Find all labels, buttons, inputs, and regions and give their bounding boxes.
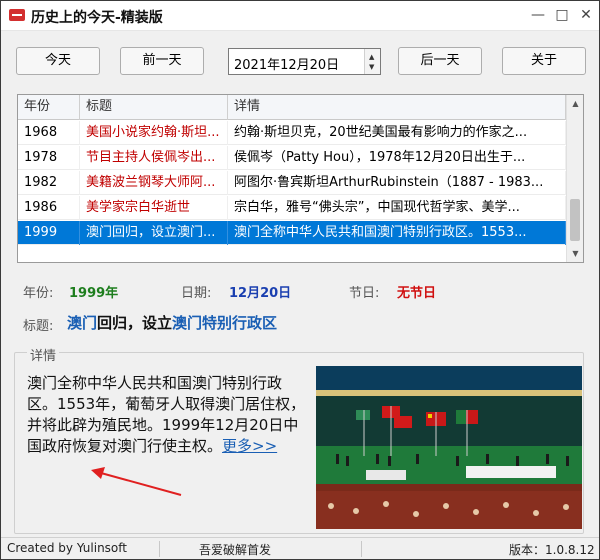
row-year: 1982 — [18, 171, 80, 195]
title-link-sar[interactable]: 特别行政区 — [202, 314, 277, 332]
status-created-by: Created by Yulinsoft — [7, 541, 127, 555]
window-title: 历史上的今天-精装版 — [31, 10, 163, 26]
row-year: 1968 — [18, 121, 80, 145]
title-text-part: 回归，设立 — [97, 314, 173, 332]
table-header: 年份 标题 详情 — [18, 95, 566, 120]
status-divider — [159, 541, 160, 557]
status-version: 版本：1.0.8.12 — [509, 543, 595, 557]
row-detail: 宗白华，雅号“佛头宗”，中国现代哲学家、美学... — [228, 196, 566, 220]
detail-text: 澳门全称中华人民共和国澳门特别行政区。1553年，葡萄牙人取得澳门居住权，并将此… — [27, 373, 309, 457]
table-row[interactable]: 1986 美学家宗白华逝世 宗白华，雅号“佛头宗”，中国现代哲学家、美学... — [18, 196, 566, 220]
date-spinner[interactable]: ▲ ▼ — [364, 49, 380, 74]
date-value: 12月20日 — [229, 286, 292, 301]
more-link[interactable]: 更多>> — [222, 437, 277, 455]
year-label: 年份: — [23, 286, 54, 301]
row-title: 美学家宗白华逝世 — [80, 196, 228, 220]
status-bar: Created by Yulinsoft 吾爱破解首发 版本：1.0.8.12 — [1, 537, 599, 559]
column-header-title[interactable]: 标题 — [80, 95, 228, 120]
table-row[interactable]: 1982 美籍波兰钢琴大师阿... 阿图尔·鲁宾斯坦ArthurRubinste… — [18, 171, 566, 195]
row-detail: 澳门全称中华人民共和国澳门特别行政区。1553... — [228, 221, 566, 245]
annotation-arrow-icon — [91, 467, 182, 496]
app-window: 历史上的今天-精装版 — □ ✕ 今天 前一天 2021年12月20日 ▲ ▼ … — [0, 0, 600, 560]
today-button[interactable]: 今天 — [16, 47, 100, 75]
spin-down-icon[interactable]: ▼ — [369, 63, 374, 71]
date-label: 日期: — [181, 286, 212, 301]
table-row[interactable]: 1978 节目主持人侯佩岑出... 侯佩岑（Patty Hou），1978年12… — [18, 146, 566, 170]
table-row[interactable]: 1968 美国小说家约翰·斯坦... 约翰·斯坦贝克，20世纪美国最有影响力的作… — [18, 121, 566, 145]
close-icon[interactable]: ✕ — [575, 5, 597, 25]
row-detail: 侯佩岑（Patty Hou），1978年12月20日出生于... — [228, 146, 566, 170]
row-title: 澳门回归，设立澳门... — [80, 221, 228, 245]
prev-day-button[interactable]: 前一天 — [120, 47, 204, 75]
minimize-icon[interactable]: — — [527, 5, 549, 25]
date-picker-value: 2021年12月20日 — [234, 58, 340, 73]
column-header-year[interactable]: 年份 — [18, 95, 80, 120]
title-label: 标题: — [23, 319, 54, 334]
table-scrollbar[interactable]: ▲ ▼ — [566, 95, 583, 262]
detail-legend: 详情 — [27, 345, 60, 364]
title-link-macau[interactable]: 澳门 — [67, 314, 97, 332]
event-photo — [316, 366, 582, 529]
spin-up-icon[interactable]: ▲ — [369, 53, 374, 61]
row-title: 美籍波兰钢琴大师阿... — [80, 171, 228, 195]
event-title: 澳门回归，设立澳门特别行政区 — [67, 312, 277, 333]
row-year: 1978 — [18, 146, 80, 170]
about-button[interactable]: 关于 — [502, 47, 586, 75]
row-title: 美国小说家约翰·斯坦... — [80, 121, 228, 145]
events-table[interactable]: 年份 标题 详情 1968 美国小说家约翰·斯坦... 约翰·斯坦贝克，20世纪… — [17, 94, 584, 263]
year-value: 1999年 — [69, 286, 119, 301]
app-icon — [9, 9, 25, 21]
holiday-value: 无节日 — [397, 286, 437, 301]
row-year: 1999 — [18, 221, 80, 245]
holiday-label: 节日: — [349, 286, 380, 301]
maximize-icon[interactable]: □ — [551, 5, 573, 25]
scrollbar-thumb[interactable] — [570, 199, 580, 241]
column-header-detail[interactable]: 详情 — [228, 95, 566, 120]
table-row-selected[interactable]: 1999 澳门回归，设立澳门... 澳门全称中华人民共和国澳门特别行政区。155… — [18, 221, 566, 245]
row-title: 节目主持人侯佩岑出... — [80, 146, 228, 170]
title-bar[interactable]: 历史上的今天-精装版 — □ ✕ — [1, 1, 599, 31]
status-divider — [361, 541, 362, 557]
title-link-macau-2[interactable]: 澳门 — [172, 314, 202, 332]
row-year: 1986 — [18, 196, 80, 220]
row-detail: 阿图尔·鲁宾斯坦ArthurRubinstein（1887 - 1983... — [228, 171, 566, 195]
status-center: 吾爱破解首发 — [199, 543, 272, 557]
scroll-up-icon[interactable]: ▲ — [567, 95, 583, 112]
next-day-button[interactable]: 后一天 — [398, 47, 482, 75]
date-picker[interactable]: 2021年12月20日 ▲ ▼ — [228, 48, 381, 75]
row-detail: 约翰·斯坦贝克，20世纪美国最有影响力的作家之... — [228, 121, 566, 145]
scroll-down-icon[interactable]: ▼ — [567, 245, 583, 262]
